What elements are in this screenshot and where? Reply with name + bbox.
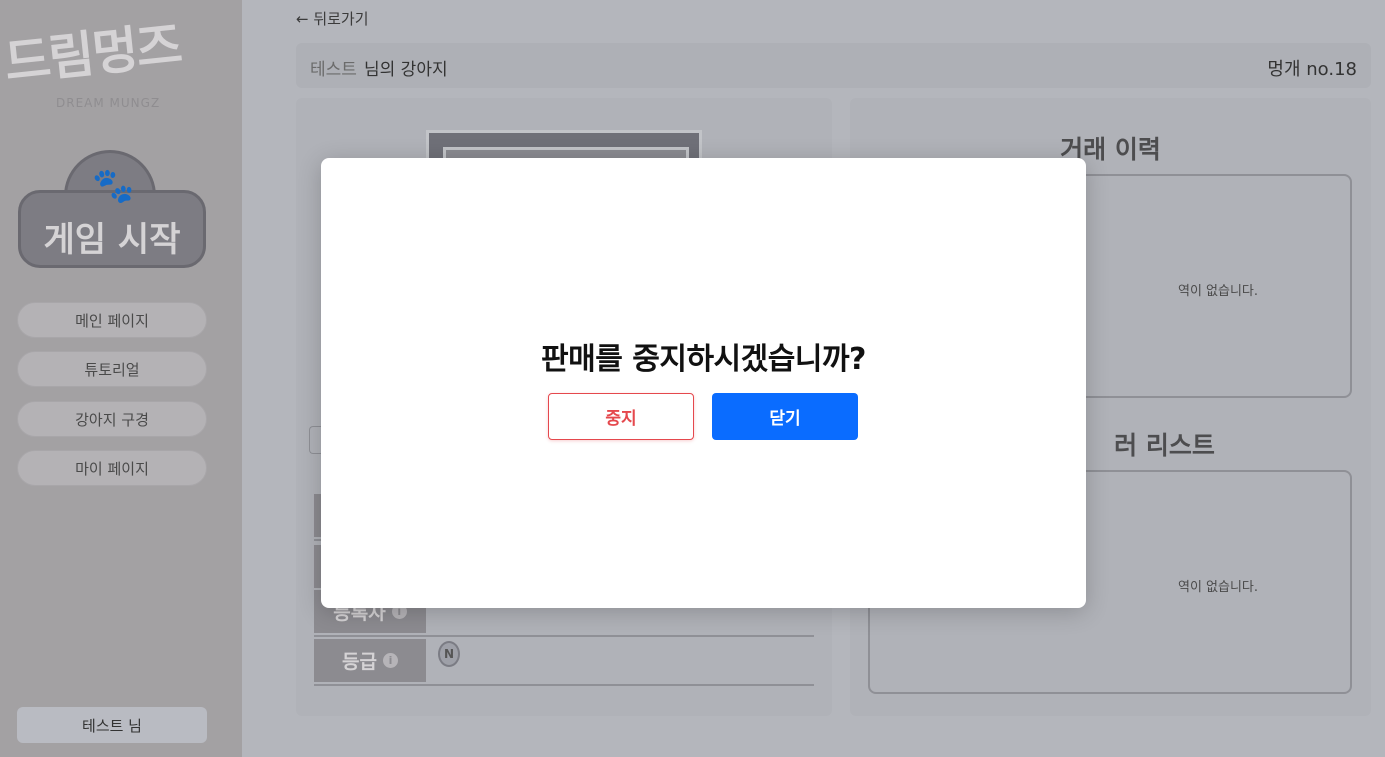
stop-button[interactable]: 중지 (548, 393, 694, 440)
close-button[interactable]: 닫기 (712, 393, 858, 440)
modal-title: 판매를 중지하시겠습니까? (541, 342, 866, 377)
stop-sale-modal: 판매를 중지하시겠습니까? 중지 닫기 (321, 158, 1086, 608)
